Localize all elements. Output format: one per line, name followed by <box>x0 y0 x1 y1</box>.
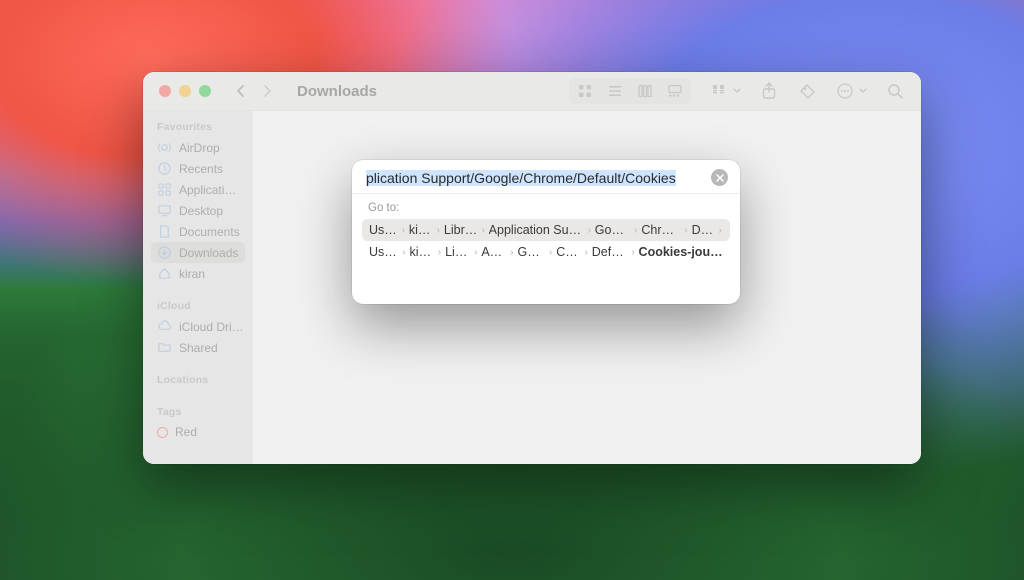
sidebar-item-label: Red <box>175 425 197 439</box>
minimize-button[interactable] <box>179 85 191 97</box>
chevron-down-icon <box>733 88 741 94</box>
path-segment: Users <box>369 245 398 259</box>
view-icons-icon[interactable] <box>575 81 595 101</box>
share-icon[interactable] <box>759 81 779 101</box>
chevron-right-icon: › <box>437 225 440 236</box>
tag-icon[interactable] <box>797 81 817 101</box>
clock-icon <box>157 161 172 176</box>
sidebar-heading: Tags <box>151 404 245 422</box>
path-segment: kiran <box>410 245 434 259</box>
finder-titlebar: Downloads <box>143 72 921 111</box>
chevron-right-icon: › <box>631 247 634 258</box>
maximize-button[interactable] <box>199 85 211 97</box>
view-columns-icon[interactable] <box>635 81 655 101</box>
sidebar-item-label: Downloads <box>179 246 238 260</box>
chevron-right-icon: › <box>587 225 590 236</box>
chevron-right-icon: › <box>481 225 484 236</box>
sidebar-heading: iCloud <box>151 298 245 316</box>
cloud-icon <box>157 319 172 334</box>
sidebar-item-label: Applicati… <box>179 183 236 197</box>
action-menu[interactable] <box>835 81 867 101</box>
path-segment: Defa <box>692 223 715 237</box>
path-segment: Goog <box>518 245 545 259</box>
sidebar-item-recents[interactable]: Recents <box>151 158 245 179</box>
path-segment: Chrome <box>641 223 680 237</box>
download-icon <box>157 245 172 260</box>
tag-red-icon <box>157 427 168 438</box>
view-gallery-icon[interactable] <box>665 81 685 101</box>
grid-icon <box>157 182 172 197</box>
path-segment: Chro <box>556 245 580 259</box>
path-segment: Google <box>595 223 630 237</box>
path-segment: Users <box>369 223 398 237</box>
airdrop-icon <box>157 140 172 155</box>
sidebar-item-label: Documents <box>179 225 240 239</box>
chevron-right-icon: › <box>549 247 552 258</box>
sidebar-heading: Locations <box>151 372 245 390</box>
sidebar-item-label: Desktop <box>179 204 223 218</box>
sidebar-item-label: Recents <box>179 162 223 176</box>
sidebar-item-kiran[interactable]: kiran <box>151 263 245 284</box>
sidebar-item-label: iCloud Dri… <box>179 320 244 334</box>
search-icon[interactable] <box>885 81 905 101</box>
window-title: Downloads <box>297 83 377 100</box>
view-list-icon[interactable] <box>605 81 625 101</box>
ellipsis-icon <box>835 81 855 101</box>
group-icon <box>709 81 729 101</box>
sidebar-item-red[interactable]: Red <box>151 422 245 442</box>
chevron-right-icon: › <box>510 247 513 258</box>
chevron-right-icon: › <box>474 247 477 258</box>
chevron-right-icon: › <box>402 225 405 236</box>
nav-back-button[interactable] <box>229 79 253 103</box>
chevron-right-icon: › <box>634 225 637 236</box>
sidebar-item-desktop[interactable]: Desktop <box>151 200 245 221</box>
goto-section-label: Go to: <box>362 200 730 219</box>
sidebar-item-shared[interactable]: Shared <box>151 337 245 358</box>
folder-icon <box>157 340 172 355</box>
path-segment: Application Support <box>489 223 584 237</box>
finder-sidebar: Favourites AirDrop Recents Applicati… Deskto… <box>143 111 253 464</box>
path-segment: Default <box>592 245 627 259</box>
doc-icon <box>157 224 172 239</box>
path-segment: Libra <box>445 245 470 259</box>
home-icon <box>157 266 172 281</box>
group-menu[interactable] <box>709 81 741 101</box>
sidebar-item-iclouddri[interactable]: iCloud Dri… <box>151 316 245 337</box>
path-segment: Library <box>444 223 477 237</box>
window-controls <box>159 85 211 97</box>
sidebar-item-label: kiran <box>179 267 205 281</box>
path-segment: Appli <box>481 245 506 259</box>
sidebar-item-applicati[interactable]: Applicati… <box>151 179 245 200</box>
goto-folder-dialog: plication Support/Google/Chrome/Default/… <box>352 160 740 304</box>
sidebar-item-label: AirDrop <box>179 141 220 155</box>
chevron-right-icon: › <box>584 247 587 258</box>
chevron-right-icon: › <box>438 247 441 258</box>
goto-suggestion-row[interactable]: Users › kiran › Libra › Appli › Goog › Chro › Defaul… <box>362 241 730 263</box>
sidebar-heading: Favourites <box>151 119 245 137</box>
chevron-down-icon <box>859 88 867 94</box>
goto-path-input[interactable]: plication Support/Google/Chrome/Default/… <box>366 170 703 186</box>
clear-input-button[interactable] <box>711 169 728 186</box>
sidebar-item-documents[interactable]: Documents <box>151 221 245 242</box>
close-button[interactable] <box>159 85 171 97</box>
chevron-right-icon: › <box>402 247 405 258</box>
sidebar-item-airdrop[interactable]: AirDrop <box>151 137 245 158</box>
sidebar-item-downloads[interactable]: Downloads <box>151 242 245 263</box>
view-switcher[interactable] <box>569 78 691 104</box>
nav-forward-button[interactable] <box>255 79 279 103</box>
goto-suggestion-row[interactable]: Users›kiran›Library›Application Support›… <box>362 219 730 241</box>
path-segment: kiran <box>409 223 433 237</box>
chevron-right-icon: › <box>719 225 722 236</box>
chevron-right-icon: › <box>684 225 687 236</box>
path-segment: Cookies-journal <box>639 245 723 259</box>
sidebar-item-label: Shared <box>179 341 218 355</box>
desktop-icon <box>157 203 172 218</box>
